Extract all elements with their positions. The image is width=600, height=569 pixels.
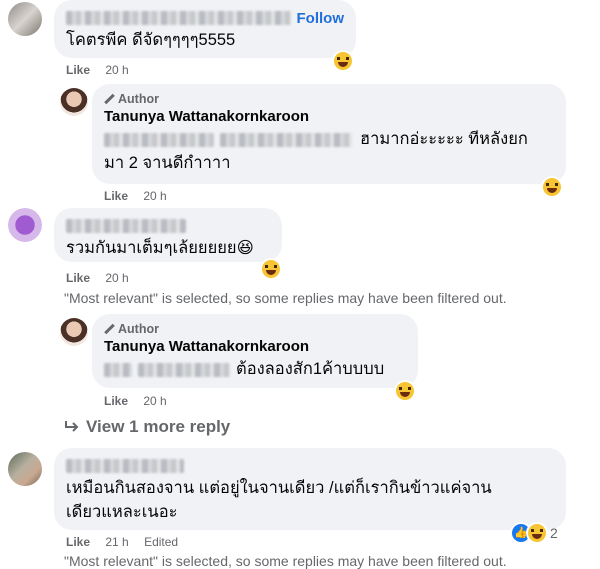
comment-text-line2: เดียวแหละเนอะ [66,503,178,521]
reaction-count[interactable]: 2 [550,525,558,541]
haha-reaction-icon[interactable] [396,382,414,400]
blurred-tag[interactable] [104,362,132,377]
author-badge: Author [104,92,554,106]
author-avatar[interactable] [60,318,88,346]
timestamp[interactable]: 20 h [143,189,166,203]
like-button[interactable]: Like [66,63,90,77]
comment-bubble: Follow โคตรพีค ดีจัดๆๆๆๆ5555 [54,0,356,58]
view-more-replies-link[interactable]: View 1 more reply [64,417,230,437]
pencil-icon [104,324,114,334]
like-button[interactable]: Like [66,535,90,549]
commenter-name[interactable]: Tanunya Wattanakornkaroon [104,108,554,125]
comment-text-line1: เหมือนกินสองจาน แต่อยู่ในจานเดียว /แต่ก็… [66,479,492,497]
reply-arrow-icon [65,421,79,432]
reply-text: ฮามากอ่ะะะะะ ทีหลังยก [104,127,554,151]
pencil-icon [104,94,114,104]
filter-notice: "Most relevant" is selected, so some rep… [64,290,507,306]
edited-label: Edited [144,535,179,549]
comment-text: โคตรพีค ดีจัดๆๆๆๆ5555 [66,31,236,49]
timestamp[interactable]: 21 h [105,535,128,549]
haha-reaction-icon[interactable] [528,524,546,542]
blurred-commenter-name[interactable] [66,459,184,473]
comment-bubble: รวมกันมาเต็มๆเล้ยยยยย😆 [54,208,282,262]
blurred-commenter-name[interactable] [66,11,291,25]
timestamp[interactable]: 20 h [143,394,166,408]
haha-reaction-icon[interactable] [334,52,352,70]
reply-text-line2: มา 2 จานดีกำาาา [104,154,231,172]
author-avatar[interactable] [60,88,88,116]
blurred-tag[interactable] [104,132,214,147]
timestamp[interactable]: 20 h [105,271,128,285]
comment-bubble: เหมือนกินสองจาน แต่อยู่ในจานเดียว /แต่ก็… [54,448,566,530]
author-badge: Author [104,322,406,336]
reply-actions: Like 20 h [104,394,179,408]
blurred-commenter-name[interactable] [66,219,186,233]
comment-actions: Like 20 h [66,63,141,77]
like-button[interactable]: Like [104,189,128,203]
like-button[interactable]: Like [66,271,90,285]
reply-bubble: Author Tanunya Wattanakornkaroon ต้องลอง… [92,314,418,388]
like-button[interactable]: Like [104,394,128,408]
reply-actions: Like 20 h [104,189,179,203]
avatar[interactable] [8,452,42,486]
blurred-tag[interactable] [220,132,352,147]
comment-text: รวมกันมาเต็มๆเล้ยยยยย😆 [66,239,254,257]
blurred-tag[interactable] [138,362,230,377]
reply-bubble: Author Tanunya Wattanakornkaroon ฮามากอ่… [92,84,566,184]
follow-button[interactable]: Follow [297,10,345,27]
comment-actions: Like 21 h Edited [66,535,190,549]
commenter-name[interactable]: Tanunya Wattanakornkaroon [104,338,406,355]
reply-text: ต้องลองสัก1ค้าบบบบ [104,357,406,381]
haha-reaction-icon[interactable] [262,260,280,278]
timestamp[interactable]: 20 h [105,63,128,77]
avatar[interactable] [8,2,42,36]
haha-reaction-icon[interactable] [543,178,561,196]
avatar[interactable] [8,208,42,242]
comment-actions: Like 20 h [66,271,141,285]
